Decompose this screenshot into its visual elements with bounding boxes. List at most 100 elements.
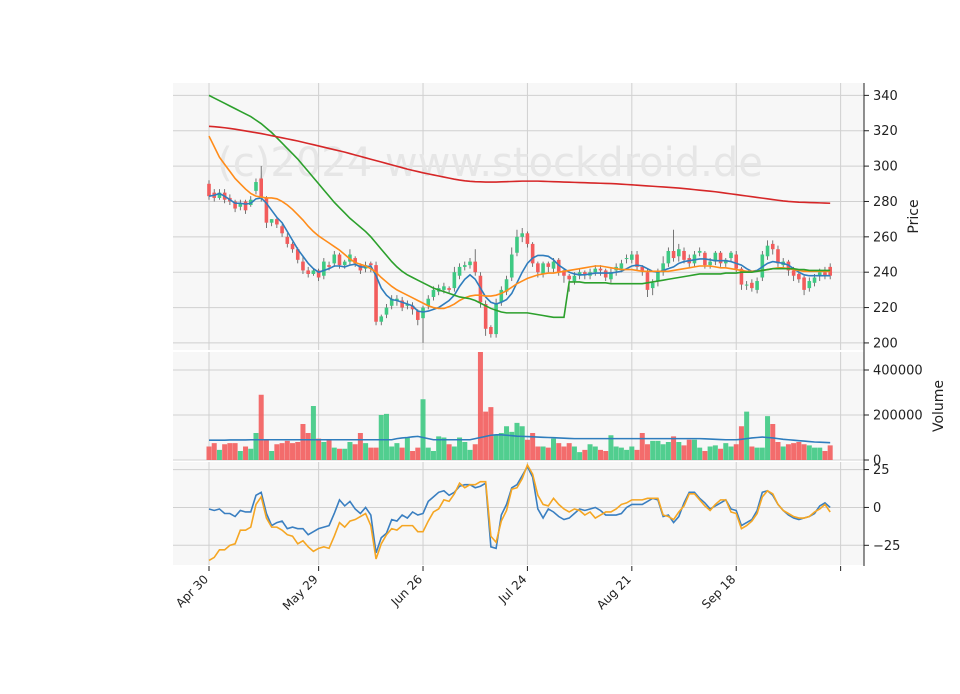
volume-bar [577,452,583,460]
volume-bar [686,439,692,460]
volume-bar [389,446,395,460]
volume-bar [498,433,504,460]
chart-svg: (c)2024 www.stockdroid.de Apr 30 May 29 Ju… [173,83,947,613]
candle-body [729,252,733,259]
candle-body [656,272,660,282]
candle-body [421,307,425,319]
oscillator-tick-label: 0 [873,501,881,516]
candle-body [593,268,598,273]
volume-bar [744,411,750,460]
candle-body [489,327,493,335]
volume-bar [295,442,301,460]
volume-bar [206,446,212,460]
volume-bar [702,451,708,460]
volume-bar [373,447,379,460]
volume-bar [357,433,363,460]
volume-bar [556,443,562,460]
volume-bar [671,436,677,460]
volume-bar [650,440,656,460]
watermark: (c)2024 www.stockdroid.de [217,140,763,186]
volume-bar [603,451,609,460]
candle-body [483,304,488,329]
volume-bar [493,435,499,460]
volume-bar [394,443,400,460]
x-tick-label: Sep 18 [699,572,738,611]
candle-body [770,243,775,250]
volume-bar [624,449,630,460]
candle-body [509,254,514,278]
volume-bar [540,446,546,460]
candle-body [697,250,702,253]
candle-body [797,273,801,280]
volume-bar [514,422,520,460]
price-tick-label: 260 [873,230,898,245]
candle-body [525,233,530,244]
volume-bar [775,442,781,460]
candle-body [243,201,248,211]
candle-body [494,304,498,335]
candle-body [327,265,331,267]
volume-bar [817,447,823,460]
volume-bar [342,448,348,460]
candle-body [536,263,540,273]
volume-bar [551,438,557,460]
volume-bar [697,447,703,460]
volume-bar [326,439,332,460]
volume-bar [368,447,374,460]
volume-bar [639,433,645,460]
volume-bar [728,446,734,460]
candle-body [269,219,274,223]
volume-bar [535,446,541,460]
volume-bar [655,440,661,460]
volume-bar [269,451,275,460]
candle-body [750,282,754,289]
volume-bar [504,426,510,460]
candle-body [280,226,284,234]
candle-body [447,288,451,290]
volume-bar [827,445,833,460]
x-tick-label: May 29 [280,572,321,613]
stock-chart: (c)2024 www.stockdroid.de Apr 30 May 29 Ju… [0,0,960,690]
volume-bar [582,449,588,460]
volume-bar [681,445,687,460]
volume-bar [216,449,222,460]
candle-body [311,270,316,274]
volume-bar [232,443,238,460]
candle-body [541,263,545,274]
candle-body [452,272,457,289]
volume-bar [691,439,697,460]
candle-body [718,252,723,264]
candle-body [520,233,524,237]
volume-bar [284,440,290,460]
candle-body [666,250,671,264]
candle-body [567,275,571,280]
candle-body [468,261,472,266]
volume-bar [410,451,416,460]
volume-bar [759,447,765,460]
volume-bar [248,448,254,460]
price-tick-label: 220 [873,301,898,316]
candle-body [337,254,342,266]
candle-body [301,261,305,271]
volume-bar [598,449,603,460]
volume-bar [420,399,426,460]
candle-body [431,289,436,297]
volume-bar [441,437,447,460]
volume-bar [290,443,296,460]
x-tick-label: Apr 30 [173,572,211,610]
volume-bar [404,437,410,460]
volume-bar [571,446,577,460]
volume-bar [644,444,650,460]
candle-body [462,265,467,267]
candle-body [708,261,712,266]
volume-bar [665,442,671,460]
volume-bar [785,444,791,460]
volume-bar [477,352,483,460]
candle-body [473,261,478,273]
volume-bar [378,415,384,460]
volume-bar [227,443,233,460]
volume-bar [587,444,593,460]
price-tick-label: 340 [873,89,898,104]
candle-body [342,261,347,266]
volume-bar [331,447,337,460]
